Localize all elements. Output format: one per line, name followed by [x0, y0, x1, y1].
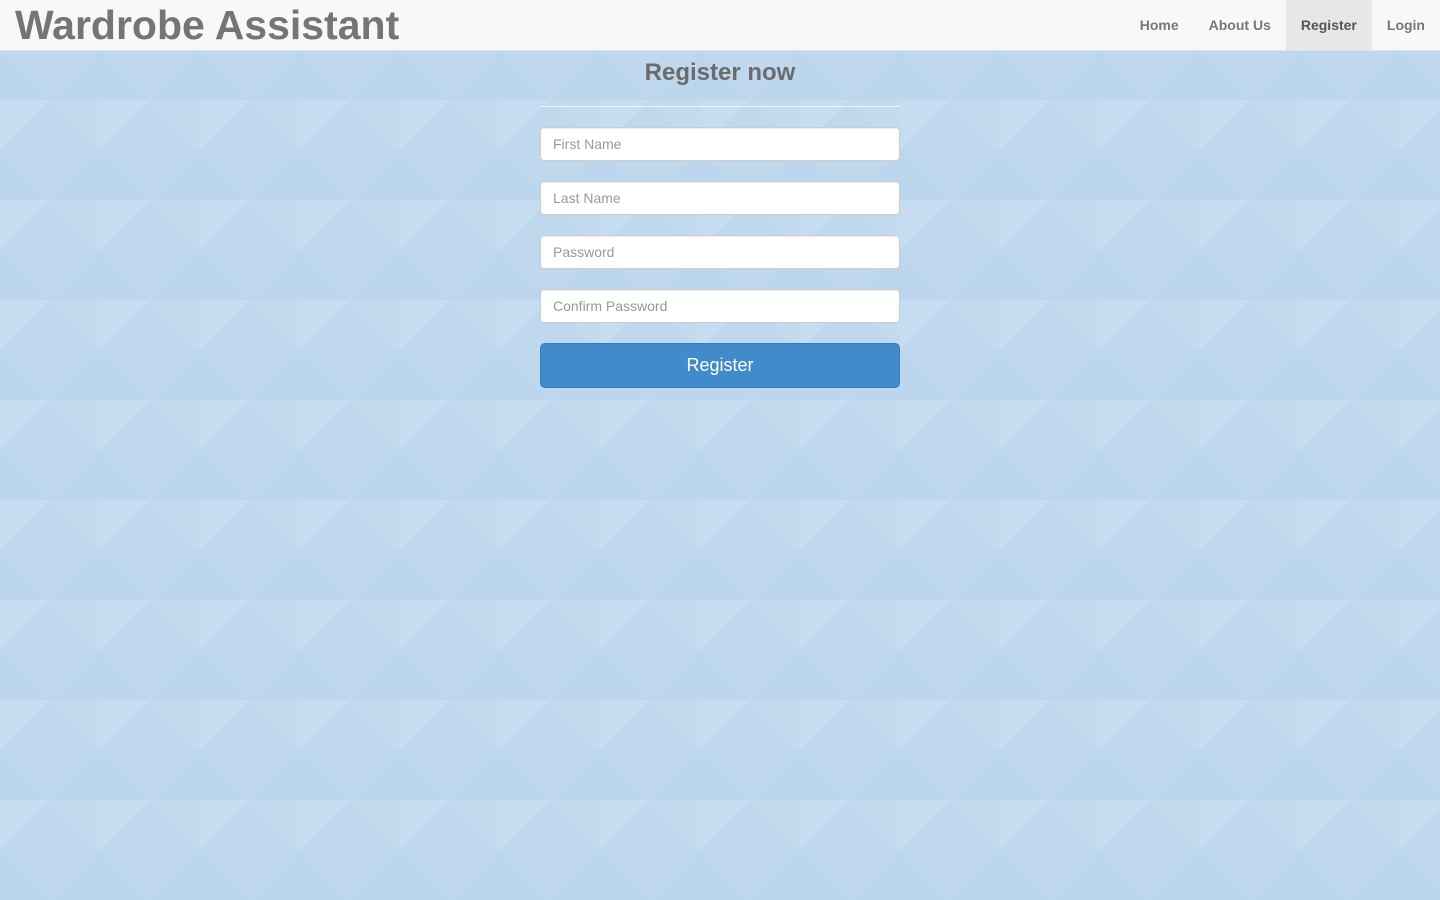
register-form: Register now Register	[540, 51, 900, 388]
first-name-input[interactable]	[540, 127, 900, 161]
title-divider	[540, 106, 900, 107]
password-input[interactable]	[540, 235, 900, 269]
nav-register[interactable]: Register	[1285, 0, 1372, 50]
top-navbar: Wardrobe Assistant Home About Us Registe…	[0, 0, 1440, 51]
nav-about-us[interactable]: About Us	[1194, 0, 1286, 50]
confirm-password-input[interactable]	[540, 289, 900, 323]
nav-home[interactable]: Home	[1125, 0, 1194, 50]
page-title: Register now	[644, 59, 796, 86]
main-nav: Home About Us Register Login	[1125, 0, 1440, 50]
register-submit-button[interactable]: Register	[540, 343, 900, 388]
brand-logo-text[interactable]: Wardrobe Assistant	[15, 3, 399, 47]
nav-login[interactable]: Login	[1372, 0, 1440, 50]
last-name-input[interactable]	[540, 181, 900, 215]
